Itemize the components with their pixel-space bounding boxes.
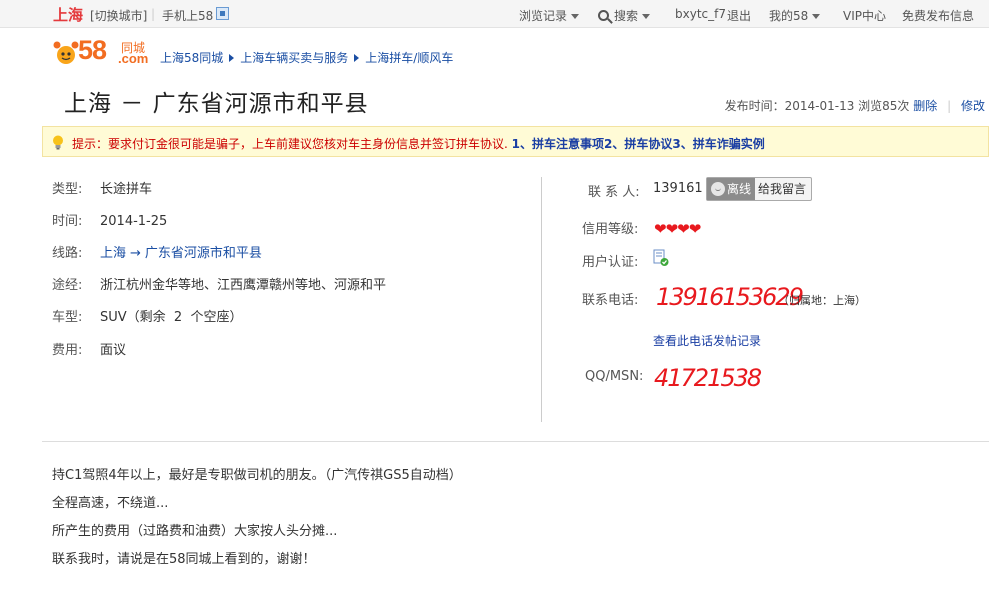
car-value: SUV（剩余 2 个空座） [100,310,243,325]
switch-city-link[interactable]: [切换城市] [90,7,147,24]
via-label: 途经: [52,278,83,293]
info-via: 途经: 浙江杭州金华等地、江西鹰潭赣州等地、河源和平 [52,274,386,293]
type-value: 长途拼车 [100,182,153,197]
description-line: 持C1驾照4年以上，最好是专职做司机的朋友。（广汽传祺GS5自动档） [52,468,462,483]
chevron-right-icon [229,54,235,62]
fraud-warning-banner: 提示：要求付订金很可能是骗子，上车前建议您核对车主身份信息并签订拼车协议. 1、… [42,126,989,157]
route-to-link[interactable]: 广东省河源市和平县 [145,246,262,261]
logout-link[interactable]: 退出 [727,7,751,24]
offline-status: 离线 [707,178,755,200]
info-fee: 费用: 面议 [52,339,126,358]
logo-dotcom: .com [118,51,149,66]
my58-label: 我的58 [769,9,809,23]
type-label: 类型: [52,182,83,197]
verified-document-icon[interactable] [653,249,669,267]
mascot-icon [53,41,79,64]
contact-person-label: 联 系 人: [588,185,640,200]
vip-link[interactable]: VIP中心 [843,7,886,24]
warning-links[interactable]: 1、拼车注意事项2、拼车协议3、拼车诈骗实例 [512,137,765,151]
user-verify-label: 用户认证: [582,255,639,270]
delete-link[interactable]: 删除 [913,99,937,113]
chevron-down-icon [642,14,651,19]
history-label: 浏览记录 [519,9,568,23]
current-city[interactable]: 上海 [53,4,83,25]
username-link[interactable]: bxytc_f7 [675,7,726,21]
route-from-link[interactable]: 上海 [100,246,126,261]
page-title: 上海 － 广东省河源市和平县 [64,91,369,117]
phone-label: 联系电话: [582,293,639,308]
contact-person-value: 139161 [653,181,703,196]
logo-58: 58 [78,35,107,65]
warning-message: 提示：要求付订金很可能是骗子，上车前建议您核对车主身份信息并签订拼车协议. [72,137,508,151]
free-post-link[interactable]: 免费发布信息 [902,7,974,24]
history-menu[interactable]: 浏览记录 [519,7,580,24]
car-label: 车型: [52,310,83,325]
separator: | [947,99,952,113]
leave-message-button[interactable]: 给我留言 [758,178,806,200]
horizontal-divider [42,441,989,442]
time-label: 时间: [52,214,83,229]
chevron-right-icon [354,54,360,62]
credit-level-label: 信用等级: [582,222,639,237]
qq-label: QQ/MSN: [585,369,644,384]
credit-hearts: ❤❤❤❤ [654,220,701,238]
search-menu[interactable]: 搜索 [598,7,651,24]
post-description: 持C1驾照4年以上，最好是专职做司机的朋友。（广汽传祺GS5自动档） 全程高速，… [52,466,462,578]
publish-info: 发布时间：2014-01-13 浏览85次 [724,99,910,113]
description-line: 全程高速，不绕道... [52,496,169,511]
description-line: 所产生的费用（过路费和油费）大家按人头分摊... [52,524,338,539]
phone-location: （归属地：上海） [778,294,866,307]
time-value: 2014-1-25 [100,214,168,229]
route-label: 线路: [52,246,83,261]
qq-number: 41721538 [654,364,762,392]
info-time: 时间: 2014-1-25 [52,210,167,229]
online-status-badge[interactable]: 离线 给我留言 [706,177,812,201]
fee-value: 面议 [100,343,127,358]
fee-label: 费用: [52,343,83,358]
search-icon [598,10,609,21]
info-route: 线路: 上海 → 广东省河源市和平县 [52,242,262,261]
separator: | [151,7,156,21]
warning-text: 提示：要求付订金很可能是骗子，上车前建议您核对车主身份信息并签订拼车协议. 1、… [72,135,765,152]
info-car: 车型: SUV（剩余 2 个空座） [52,306,242,325]
search-label: 搜索 [614,9,639,23]
site-logo[interactable]: 58 同城 .com [52,35,152,68]
breadcrumb: 上海58同城 上海车辆买卖与服务 上海拼车/顺风车 [160,49,453,66]
qrcode-icon[interactable] [216,7,229,20]
top-bar: 上海 [切换城市] | 手机上58 浏览记录 搜索 bxytc_f7 退出 我的… [0,0,989,28]
breadcrumb-item[interactable]: 上海车辆买卖与服务 [240,51,348,65]
my58-menu[interactable]: 我的58 [769,7,821,24]
info-type: 类型: 长途拼车 [52,178,152,197]
chevron-down-icon [812,14,821,19]
vertical-divider [541,177,542,422]
via-value: 浙江杭州金华等地、江西鹰潭赣州等地、河源和平 [100,278,387,293]
offline-label: 离线 [727,182,752,196]
breadcrumb-item[interactable]: 上海58同城 [160,51,223,65]
mobile-link[interactable]: 手机上58 [162,7,213,24]
breadcrumb-item[interactable]: 上海拼车/顺风车 [365,51,453,65]
chat-face-icon [711,182,725,196]
lightbulb-icon [53,135,63,150]
chevron-down-icon [571,14,580,19]
arrow-right-icon: → [130,246,141,261]
post-meta: 发布时间：2014-01-13 浏览85次 删除 | 修改 [725,97,985,114]
modify-link[interactable]: 修改 [961,99,985,113]
phone-post-history-link[interactable]: 查看此电话发帖记录 [653,332,761,349]
description-line: 联系我时，请说是在58同城上看到的，谢谢！ [52,552,316,567]
